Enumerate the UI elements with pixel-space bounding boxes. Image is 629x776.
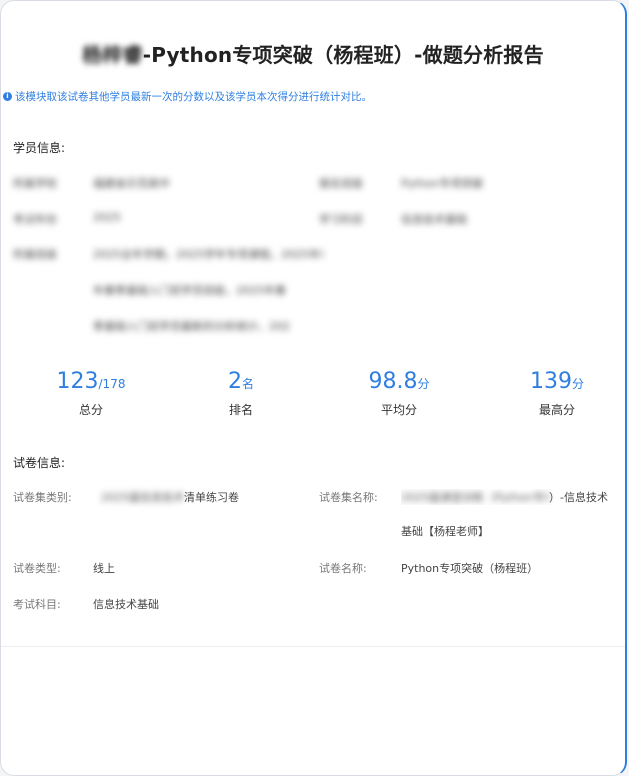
year-label: 考试年份 [13,213,57,226]
exam-subject-value: 信息技术基础 [93,598,159,611]
exam-name-label: 试卷名称: [319,562,367,575]
total-score-value: 123 [56,369,99,394]
exam-set-name-value: 2025届课堂训练（Python专项突破）-信息技术 [401,491,608,504]
group-value: 2025全年学期，2025学年专项课程，2025年春季基础入门班学员 [93,248,323,261]
stat-average: 98.8分 平均分 [339,369,459,418]
report-title: 杨梓睿-Python专项突破（杨程班）-做题分析报告 [1,39,625,68]
rank-unit: 名 [241,377,254,391]
exam-section-label: 试卷信息: [13,456,66,470]
highest-unit: 分 [571,377,584,391]
exam-type-value: 线上 [93,562,115,575]
stat-total-score: 123/178 总分 [31,369,151,418]
exam-set-type-value: 2025届信息技术清单练习卷 [101,491,239,504]
stat-highest: 139分 最高分 [497,369,617,418]
exam-type-label: 试卷类型: [13,562,61,575]
average-unit: 分 [417,377,430,391]
total-score-label: 总分 [78,403,103,417]
exam-subject-label: 考试科目: [13,598,61,611]
student-section-label: 学员信息: [13,141,66,155]
report-card: 杨梓睿-Python专项突破（杨程班）-做题分析报告 i 该模块取该试卷其他学员… [0,0,627,776]
exam-name-value: Python专项突破（杨程班） [401,562,539,575]
info-icon: i [3,92,12,101]
class-value: Python专项突破 [401,177,484,190]
rank-value: 2 [227,369,242,394]
total-score-unit: /178 [98,377,126,391]
group-value-line3: 季基础入门班学员最新的分析统计，202 [93,320,290,333]
school-label: 所属学校 [13,177,57,190]
stats-note: i 该模块取该试卷其他学员最新一次的分数以及该学员本次得分进行统计对比。 [3,89,372,104]
stats-note-text: 该模块取该试卷其他学员最新一次的分数以及该学员本次得分进行统计对比。 [15,91,372,103]
highest-value: 139 [529,369,572,394]
subject-label: 学习科目 [319,213,363,226]
group-value-line2: 年春季基础入门班学员班级，2025年春 [93,284,286,297]
school-value: 福建省示范高中 [93,177,170,190]
divider [1,646,625,647]
student-name: 杨梓睿 [82,43,143,67]
exam-set-type-label: 试卷集类别: [13,491,72,504]
class-label: 报名班级 [319,177,363,190]
rank-label: 排名 [228,403,253,417]
average-value: 98.8 [368,369,418,394]
exam-set-name-line2: 基础【杨程老师】 [401,525,489,538]
highest-label: 最高分 [538,403,575,417]
exam-set-name-label: 试卷集名称: [319,491,378,504]
stat-rank: 2名 排名 [181,369,301,418]
subject-value: 信息技术基础 [401,213,467,226]
group-label: 所属班级 [13,248,57,261]
report-title-text: -Python专项突破（杨程班）-做题分析报告 [142,43,544,67]
year-value: 2025 [93,211,121,224]
average-label: 平均分 [380,403,417,417]
